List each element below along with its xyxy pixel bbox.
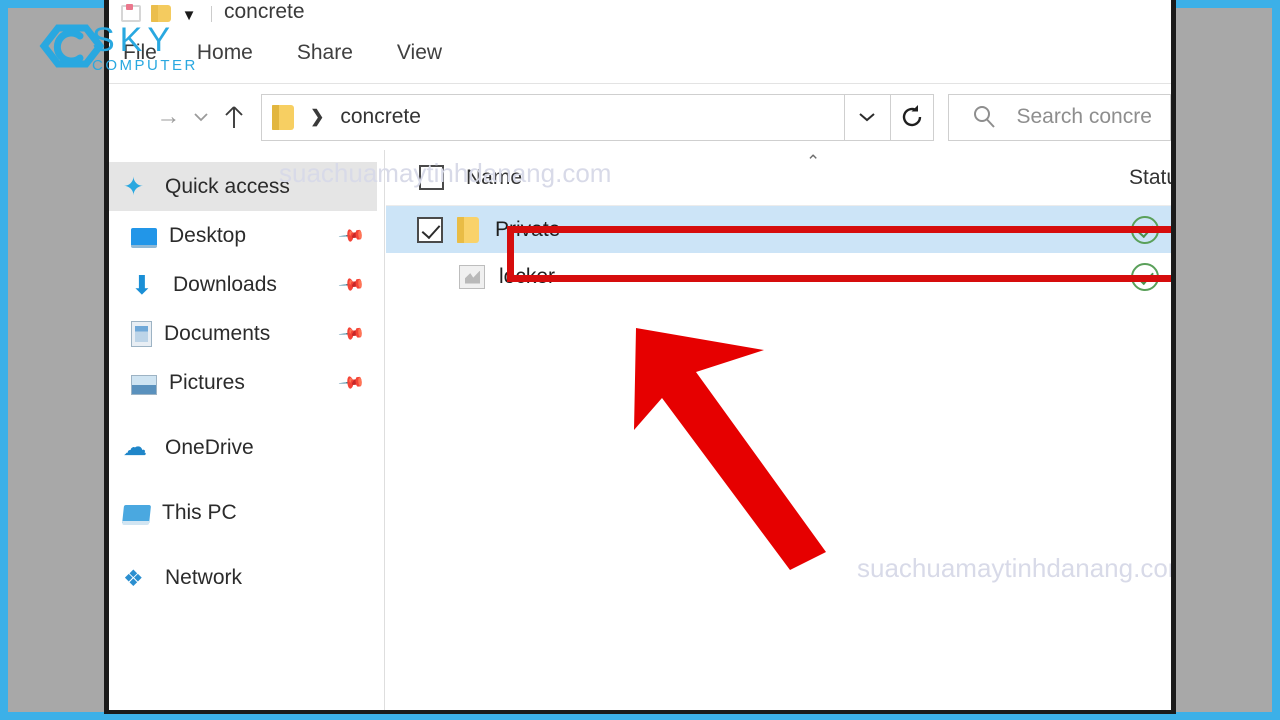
pin-icon[interactable]: 📌 xyxy=(337,368,366,397)
refresh-button[interactable] xyxy=(890,93,934,141)
sidebar-item-pictures[interactable]: Pictures 📌 xyxy=(109,358,384,407)
tab-file[interactable]: File xyxy=(117,22,175,84)
sidebar-item-label: OneDrive xyxy=(165,435,254,459)
column-header-name[interactable]: Name xyxy=(466,166,522,190)
properties-icon[interactable] xyxy=(121,4,141,22)
screenshot-frame: ▼ concrete File Home Share View → ❯ conc… xyxy=(0,0,1280,720)
ribbon-tabs: File Home Share View xyxy=(109,22,1171,84)
desktop-icon xyxy=(131,227,157,248)
tab-view[interactable]: View xyxy=(375,22,464,84)
new-folder-icon[interactable] xyxy=(151,5,171,22)
navigation-bar: → ❯ concrete Search concre xyxy=(109,84,1171,150)
pin-icon[interactable]: 📌 xyxy=(337,270,366,299)
pin-icon[interactable]: 📌 xyxy=(337,221,366,250)
sidebar-item-this-pc[interactable]: This PC xyxy=(109,488,384,537)
sidebar-item-desktop[interactable]: Desktop 📌 xyxy=(109,211,384,260)
refresh-icon xyxy=(902,105,921,127)
ribbon-bar: File Home Share View xyxy=(109,22,1171,84)
breadcrumb-separator[interactable]: ❯ xyxy=(310,107,324,127)
document-icon xyxy=(131,321,152,347)
column-header-status[interactable]: Status xyxy=(1129,166,1171,190)
chevron-down-icon xyxy=(859,113,876,122)
tab-share[interactable]: Share xyxy=(275,22,375,84)
address-bar[interactable]: ❯ concrete xyxy=(261,93,846,141)
tab-home[interactable]: Home xyxy=(175,22,275,84)
table-row[interactable]: locker xyxy=(386,253,1171,300)
sidebar-item-onedrive[interactable]: ☁ OneDrive xyxy=(109,423,384,472)
customize-qat-chevron-icon[interactable]: ▼ xyxy=(181,8,197,22)
sidebar-item-label: Quick access xyxy=(165,174,290,198)
breadcrumb-path[interactable]: concrete xyxy=(340,105,421,129)
column-header-row: ⌃ Name Status xyxy=(386,150,1171,206)
search-box[interactable]: Search concre xyxy=(947,93,1171,141)
breadcrumb-folder-icon xyxy=(272,104,295,130)
sidebar-item-quick-access[interactable]: ✦ Quick access xyxy=(109,162,377,211)
sidebar-item-network[interactable]: ❖ Network xyxy=(109,553,384,602)
star-icon: ✦ xyxy=(123,172,144,201)
search-icon xyxy=(973,106,995,128)
select-all-checkbox[interactable] xyxy=(419,165,444,190)
sidebar-item-label: Desktop xyxy=(169,223,247,247)
cloud-icon: ☁ xyxy=(123,433,147,461)
network-icon: ❖ xyxy=(123,564,144,591)
up-button[interactable] xyxy=(220,100,247,134)
arrow-up-icon xyxy=(225,106,243,128)
window-title: concrete xyxy=(224,0,305,22)
picture-icon xyxy=(131,374,157,395)
status-badge xyxy=(1131,215,1159,244)
pc-icon xyxy=(121,504,152,525)
navigation-pane: ✦ Quick access Desktop 📌 ⬇ Downloads 📌 D… xyxy=(109,150,385,710)
title-bar: ▼ concrete xyxy=(109,0,1171,22)
file-list-pane: ⌃ Name Status Private locker xyxy=(386,150,1171,710)
recent-locations-button[interactable] xyxy=(188,100,215,134)
address-dropdown-button[interactable] xyxy=(845,93,891,141)
sidebar-item-label: Documents xyxy=(164,321,271,345)
sidebar-item-label: Network xyxy=(165,565,243,589)
sidebar-item-downloads[interactable]: ⬇ Downloads 📌 xyxy=(109,260,384,309)
status-badge xyxy=(1131,262,1159,291)
sidebar-item-documents[interactable]: Documents 📌 xyxy=(109,309,384,358)
file-icon xyxy=(459,264,485,289)
file-name[interactable]: Private xyxy=(495,218,560,242)
folder-icon xyxy=(457,216,479,243)
search-placeholder: Search concre xyxy=(1016,105,1152,128)
pin-icon[interactable]: 📌 xyxy=(337,319,366,348)
forward-button[interactable]: → xyxy=(155,100,182,134)
table-row[interactable]: Private xyxy=(386,206,1171,253)
chevron-down-icon xyxy=(194,113,208,122)
file-name[interactable]: locker xyxy=(499,265,555,289)
title-divider xyxy=(211,6,212,22)
row-checkbox[interactable] xyxy=(417,216,443,243)
download-icon: ⬇ xyxy=(131,269,153,300)
sort-ascending-icon: ⌃ xyxy=(806,152,821,171)
sidebar-item-label: This PC xyxy=(162,500,237,524)
file-explorer-window: ▼ concrete File Home Share View → ❯ conc… xyxy=(104,0,1176,714)
sidebar-item-label: Downloads xyxy=(173,272,277,296)
sidebar-item-label: Pictures xyxy=(169,370,245,394)
